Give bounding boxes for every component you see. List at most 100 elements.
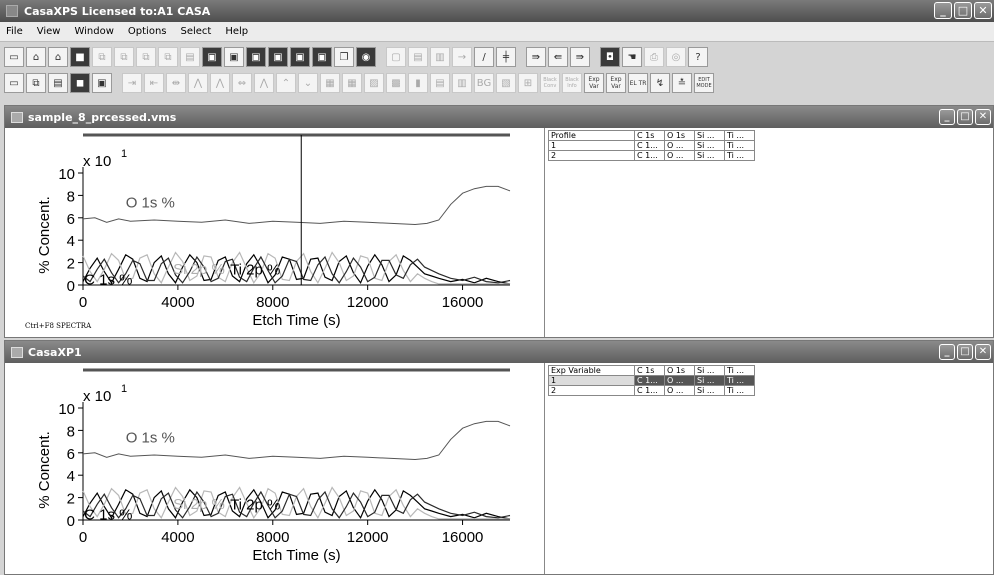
column-header[interactable]: Si ... bbox=[694, 365, 725, 376]
table-cell[interactable]: Si ... bbox=[694, 140, 725, 151]
el-icon[interactable]: EL TR bbox=[628, 73, 648, 93]
grid4-icon[interactable]: ▩ bbox=[386, 73, 406, 93]
grid2-icon[interactable]: ▦ bbox=[342, 73, 362, 93]
maximize-button[interactable]: □ bbox=[957, 344, 973, 360]
table-row[interactable]: 2C 1... O ... Si ... Ti ... bbox=[548, 385, 755, 396]
bucket-icon[interactable]: ◘ bbox=[600, 47, 620, 67]
column-header[interactable]: Profile bbox=[548, 130, 635, 141]
pages-icon[interactable]: ❐ bbox=[334, 47, 354, 67]
column-header[interactable]: Si ... bbox=[694, 130, 725, 141]
arrow-icon[interactable]: → bbox=[452, 47, 472, 67]
table-cell[interactable]: Ti ... bbox=[724, 140, 755, 151]
shift-icon[interactable]: ↯ bbox=[650, 73, 670, 93]
print-icon[interactable]: ⇛ bbox=[526, 47, 546, 67]
peak1-icon[interactable]: ⋀ bbox=[188, 73, 208, 93]
menu-window[interactable]: Window bbox=[72, 26, 115, 37]
table-cell[interactable]: C 1... bbox=[634, 150, 665, 161]
black-icon[interactable]: Black Conv bbox=[540, 73, 560, 93]
maximize-button[interactable]: □ bbox=[954, 2, 972, 19]
menu-view[interactable]: View bbox=[35, 26, 63, 37]
frame3-icon[interactable]: ▥ bbox=[430, 47, 450, 67]
sub-icon[interactable]: ▧ bbox=[496, 73, 516, 93]
print3-icon[interactable]: ⇛ bbox=[570, 47, 590, 67]
table-cell[interactable]: O ... bbox=[664, 140, 695, 151]
printer-icon[interactable]: ⎙ bbox=[644, 47, 664, 67]
expvar-icon[interactable]: Exp Var bbox=[584, 73, 604, 93]
peak3-icon[interactable]: ⇔ bbox=[232, 73, 252, 93]
stack-icon[interactable]: ≛ bbox=[672, 73, 692, 93]
table-row[interactable]: 2C 1... O ... Si ... Ti ... bbox=[548, 150, 755, 161]
profile-table[interactable]: Profile C 1s O 1s Si ... Ti ... 1 C 1... O ... S… bbox=[548, 130, 755, 161]
paste-icon[interactable]: ▤ bbox=[180, 47, 200, 67]
copy3-icon[interactable]: ⧉ bbox=[136, 47, 156, 67]
table-cell[interactable]: Si ... bbox=[694, 385, 725, 396]
disk4-icon[interactable]: ▣ bbox=[268, 47, 288, 67]
close-button[interactable]: ✕ bbox=[975, 109, 991, 125]
help-icon[interactable]: ? bbox=[688, 47, 708, 67]
table-cell[interactable]: 1 bbox=[548, 140, 635, 151]
column-header[interactable]: C 1s bbox=[634, 130, 665, 141]
table-row[interactable]: 1C 1... O ... Si ... Ti ... bbox=[548, 375, 755, 386]
column-header[interactable]: Ti ... bbox=[724, 365, 755, 376]
column-header[interactable]: O 1s bbox=[664, 365, 695, 376]
open-multi-icon[interactable]: ⌂ bbox=[48, 47, 68, 67]
disk1-icon[interactable]: ▣ bbox=[202, 47, 222, 67]
table-cell[interactable]: C 1... bbox=[634, 375, 665, 386]
grid1-icon[interactable]: ▦ bbox=[320, 73, 340, 93]
column-header[interactable]: Exp Variable bbox=[548, 365, 635, 376]
bar3-icon[interactable]: ▥ bbox=[452, 73, 472, 93]
spectra-plot-pane[interactable]: 0 2 4 6 8 10 0 4000 8000 12000 16000 x 10 1 % Concent… bbox=[5, 128, 545, 337]
table-cell[interactable]: Ti ... bbox=[724, 150, 755, 161]
disk2-icon[interactable]: ▣ bbox=[224, 47, 244, 67]
tile-icon[interactable]: ▭ bbox=[4, 73, 24, 93]
tile5-icon[interactable]: ▣ bbox=[92, 73, 112, 93]
tile3-icon[interactable]: ▤ bbox=[48, 73, 68, 93]
minimize-button[interactable]: _ bbox=[939, 344, 955, 360]
table-cell[interactable]: C 1... bbox=[634, 385, 665, 396]
new-icon[interactable]: ▭ bbox=[4, 47, 24, 67]
tile2-icon[interactable]: ⧉ bbox=[26, 73, 46, 93]
edit-icon[interactable]: EDIT MODE bbox=[694, 73, 714, 93]
column-header[interactable]: O 1s bbox=[664, 130, 695, 141]
line-icon[interactable]: / bbox=[474, 47, 494, 67]
black2-icon[interactable]: Black Info bbox=[562, 73, 582, 93]
minimize-button[interactable]: _ bbox=[934, 2, 952, 19]
disk5-icon[interactable]: ▣ bbox=[290, 47, 310, 67]
peak2-icon[interactable]: ⋀ bbox=[210, 73, 230, 93]
bar1-icon[interactable]: ▮ bbox=[408, 73, 428, 93]
column-header[interactable]: Ti ... bbox=[724, 130, 755, 141]
copy2-icon[interactable]: ⧉ bbox=[114, 47, 134, 67]
table-cell[interactable]: 2 bbox=[548, 150, 635, 161]
bg-icon[interactable]: BG bbox=[474, 73, 494, 93]
table-cell[interactable]: Si ... bbox=[694, 150, 725, 161]
frame-icon[interactable]: ▢ bbox=[386, 47, 406, 67]
hand-icon[interactable]: ☚ bbox=[622, 47, 642, 67]
casaxp1-plot-pane[interactable]: 0 2 4 6 8 10 0 4000 8000 12000 16000 x 10 1 % Concent… bbox=[5, 363, 545, 574]
menu-file[interactable]: File bbox=[4, 26, 25, 37]
chart-icon[interactable]: ╪ bbox=[496, 47, 516, 67]
depth-profile-chart[interactable]: 0 2 4 6 8 10 0 4000 8000 12000 16000 x 10 1 % Concent… bbox=[5, 128, 545, 337]
bar2-icon[interactable]: ▤ bbox=[430, 73, 450, 93]
menu-options[interactable]: Options bbox=[126, 26, 169, 37]
maximize-button[interactable]: □ bbox=[957, 109, 973, 125]
table-row[interactable]: 1C 1... O ... Si ... Ti ... bbox=[548, 140, 755, 151]
table-cell[interactable]: 1 bbox=[548, 375, 635, 386]
fit-icon[interactable]: ⊞ bbox=[518, 73, 538, 93]
peak5-icon[interactable]: ⌃ bbox=[276, 73, 296, 93]
close-button[interactable]: ✕ bbox=[975, 344, 991, 360]
close-button[interactable]: ✕ bbox=[974, 2, 992, 19]
expvar2-icon[interactable]: Exp Var bbox=[606, 73, 626, 93]
step-icon[interactable]: ⇥ bbox=[122, 73, 142, 93]
table-cell[interactable]: Ti ... bbox=[724, 375, 755, 386]
disk3-icon[interactable]: ▣ bbox=[246, 47, 266, 67]
menu-select[interactable]: Select bbox=[179, 26, 214, 37]
menu-help[interactable]: Help bbox=[223, 26, 250, 37]
copy-icon[interactable]: ⧉ bbox=[92, 47, 112, 67]
grid3-icon[interactable]: ▨ bbox=[364, 73, 384, 93]
table-cell[interactable]: Ti ... bbox=[724, 385, 755, 396]
tile4-icon[interactable]: ◼ bbox=[70, 73, 90, 93]
peak6-icon[interactable]: ⌄ bbox=[298, 73, 318, 93]
table-cell[interactable]: O ... bbox=[664, 375, 695, 386]
shrink-icon[interactable]: ⇤ bbox=[144, 73, 164, 93]
save-icon[interactable]: ■ bbox=[70, 47, 90, 67]
